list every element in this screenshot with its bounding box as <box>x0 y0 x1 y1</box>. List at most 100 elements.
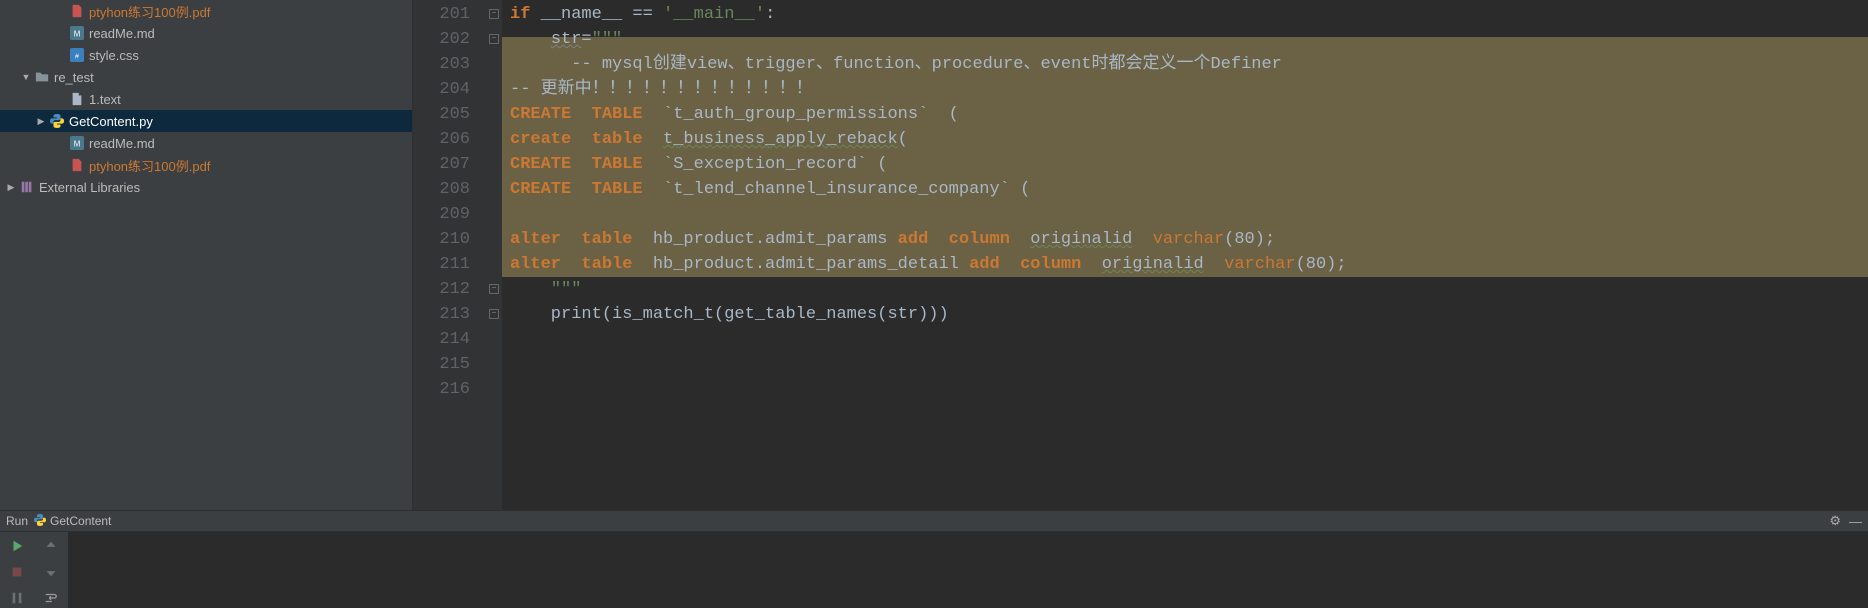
scroll-up-icon[interactable] <box>41 536 61 556</box>
python-icon <box>49 113 65 129</box>
code-line[interactable] <box>510 352 1868 377</box>
tree-item-label: ptyhon练习100例.pdf <box>89 156 210 175</box>
stop-button[interactable] <box>7 562 27 582</box>
code-token: hb_product.admit_params_detail <box>632 255 969 274</box>
code-token: CREATE TABLE <box>510 105 643 124</box>
tree-item-label: ptyhon练习100例.pdf <box>89 2 210 21</box>
line-number: 205 <box>413 102 470 127</box>
tree-item-ptyhon-100-pdf[interactable]: ptyhon练习100例.pdf <box>0 0 412 22</box>
code-token: `t_auth_group_permissions` ( <box>643 105 959 124</box>
code-line[interactable]: -- mysql创建view、trigger、function、procedur… <box>510 52 1868 77</box>
code-token: if <box>510 5 541 24</box>
run-button[interactable] <box>7 536 27 556</box>
run-config-name: GetContent <box>50 514 111 528</box>
code-token: (80); <box>1296 255 1347 274</box>
expand-arrow-icon[interactable]: ▼ <box>20 72 32 82</box>
python-icon <box>34 514 46 529</box>
code-line[interactable]: str=""" <box>510 27 1868 52</box>
lib-icon <box>19 179 35 195</box>
code-token: create table <box>510 130 643 149</box>
tree-item-readme-md[interactable]: MreadMe.md <box>0 132 412 154</box>
tree-item-label: style.css <box>89 48 139 63</box>
tree-item-1-text[interactable]: 1.text <box>0 88 412 110</box>
run-toolwindow-body <box>0 532 1868 608</box>
css-icon: # <box>69 47 85 63</box>
code-line[interactable]: -- 更新中！！！！！！！！！！！！！ <box>510 77 1868 102</box>
tree-item-label: GetContent.py <box>69 114 153 129</box>
fold-handle-icon[interactable]: − <box>489 309 499 319</box>
tree-item-getcontent-py[interactable]: ▶ GetContent.py <box>0 110 412 132</box>
code-token: t_business_apply_reback <box>663 130 898 149</box>
code-token: (80); <box>1224 230 1275 249</box>
code-token: `S_exception_record` ( <box>643 155 888 174</box>
run-output[interactable] <box>68 532 1868 608</box>
project-tree[interactable]: ptyhon练习100例.pdfMreadMe.md#style.css▼re_… <box>0 0 413 510</box>
gear-icon[interactable]: ⚙ <box>1829 513 1841 529</box>
code-token: CREATE TABLE <box>510 155 643 174</box>
code-token: `t_lend_channel_insurance_company` ( <box>643 180 1031 199</box>
run-toolwindow-header[interactable]: Run GetContent ⚙ — <box>0 510 1868 532</box>
code-token: originalid <box>1030 230 1132 249</box>
tree-item-external-libraries[interactable]: ▶External Libraries <box>0 176 412 198</box>
expand-arrow-icon[interactable]: ▶ <box>5 182 17 193</box>
code-line[interactable]: CREATE TABLE `t_auth_group_permissions` … <box>510 102 1868 127</box>
code-line[interactable]: create table t_business_apply_reback( <box>510 127 1868 152</box>
soft-wrap-icon[interactable] <box>41 588 61 608</box>
code-token <box>510 280 551 299</box>
code-token <box>1132 230 1152 249</box>
code-token: '__main__' <box>663 5 765 24</box>
line-number: 214 <box>413 327 470 352</box>
scroll-down-icon[interactable] <box>41 562 61 582</box>
line-number: 203 <box>413 52 470 77</box>
code-token: alter table <box>510 230 632 249</box>
tree-item-label: 1.text <box>89 92 121 107</box>
line-number: 213 <box>413 302 470 327</box>
run-title-prefix: Run <box>6 514 28 528</box>
code-token: originalid <box>1102 255 1204 274</box>
line-number: 204 <box>413 77 470 102</box>
tree-item-label: readMe.md <box>89 136 155 151</box>
code-token: add column <box>969 255 1081 274</box>
editor-fold-column[interactable]: − − − − <box>488 0 502 510</box>
folder-icon <box>34 69 50 85</box>
code-token <box>1081 255 1101 274</box>
svg-text:#: # <box>75 54 79 61</box>
code-line[interactable] <box>510 202 1868 227</box>
code-line[interactable]: alter table hb_product.admit_params add … <box>510 227 1868 252</box>
code-line[interactable] <box>510 377 1868 402</box>
file-icon <box>69 91 85 107</box>
line-number: 201 <box>413 2 470 27</box>
code-token <box>643 130 663 149</box>
code-token: __name__ == <box>541 5 663 24</box>
code-token: ))) <box>918 305 949 324</box>
code-token: varchar <box>1224 255 1295 274</box>
line-number: 206 <box>413 127 470 152</box>
code-editor[interactable]: 2012022032042052062072082092102112122132… <box>413 0 1868 510</box>
fold-handle-icon[interactable]: − <box>489 34 499 44</box>
expand-arrow-icon[interactable]: ▶ <box>35 116 47 127</box>
code-line[interactable]: print(is_match_t(get_table_names(str))) <box>510 302 1868 327</box>
hide-icon[interactable]: — <box>1849 514 1862 529</box>
line-number: 209 <box>413 202 470 227</box>
code-token: = <box>581 30 591 49</box>
editor-code-area[interactable]: if __name__ == '__main__': str=""" -- my… <box>502 0 1868 510</box>
code-line[interactable] <box>510 327 1868 352</box>
code-token: """ <box>592 30 623 49</box>
tree-item-re-test[interactable]: ▼re_test <box>0 66 412 88</box>
pause-button[interactable] <box>7 588 27 608</box>
line-number: 208 <box>413 177 470 202</box>
code-token: add column <box>898 230 1010 249</box>
tree-item-ptyhon-100-pdf[interactable]: ptyhon练习100例.pdf <box>0 154 412 176</box>
code-token: : <box>765 5 775 24</box>
code-line[interactable]: CREATE TABLE `S_exception_record` ( <box>510 152 1868 177</box>
fold-handle-icon[interactable]: − <box>489 9 499 19</box>
code-line[interactable]: """ <box>510 277 1868 302</box>
code-token: -- mysql创建view、trigger、function、procedur… <box>510 55 1282 74</box>
code-line[interactable]: alter table hb_product.admit_params_deta… <box>510 252 1868 277</box>
code-line[interactable]: if __name__ == '__main__': <box>510 2 1868 27</box>
fold-handle-icon[interactable]: − <box>489 284 499 294</box>
tree-item-style-css[interactable]: # style.css <box>0 44 412 66</box>
code-line[interactable]: CREATE TABLE `t_lend_channel_insurance_c… <box>510 177 1868 202</box>
line-number: 216 <box>413 377 470 402</box>
tree-item-readme-md[interactable]: MreadMe.md <box>0 22 412 44</box>
